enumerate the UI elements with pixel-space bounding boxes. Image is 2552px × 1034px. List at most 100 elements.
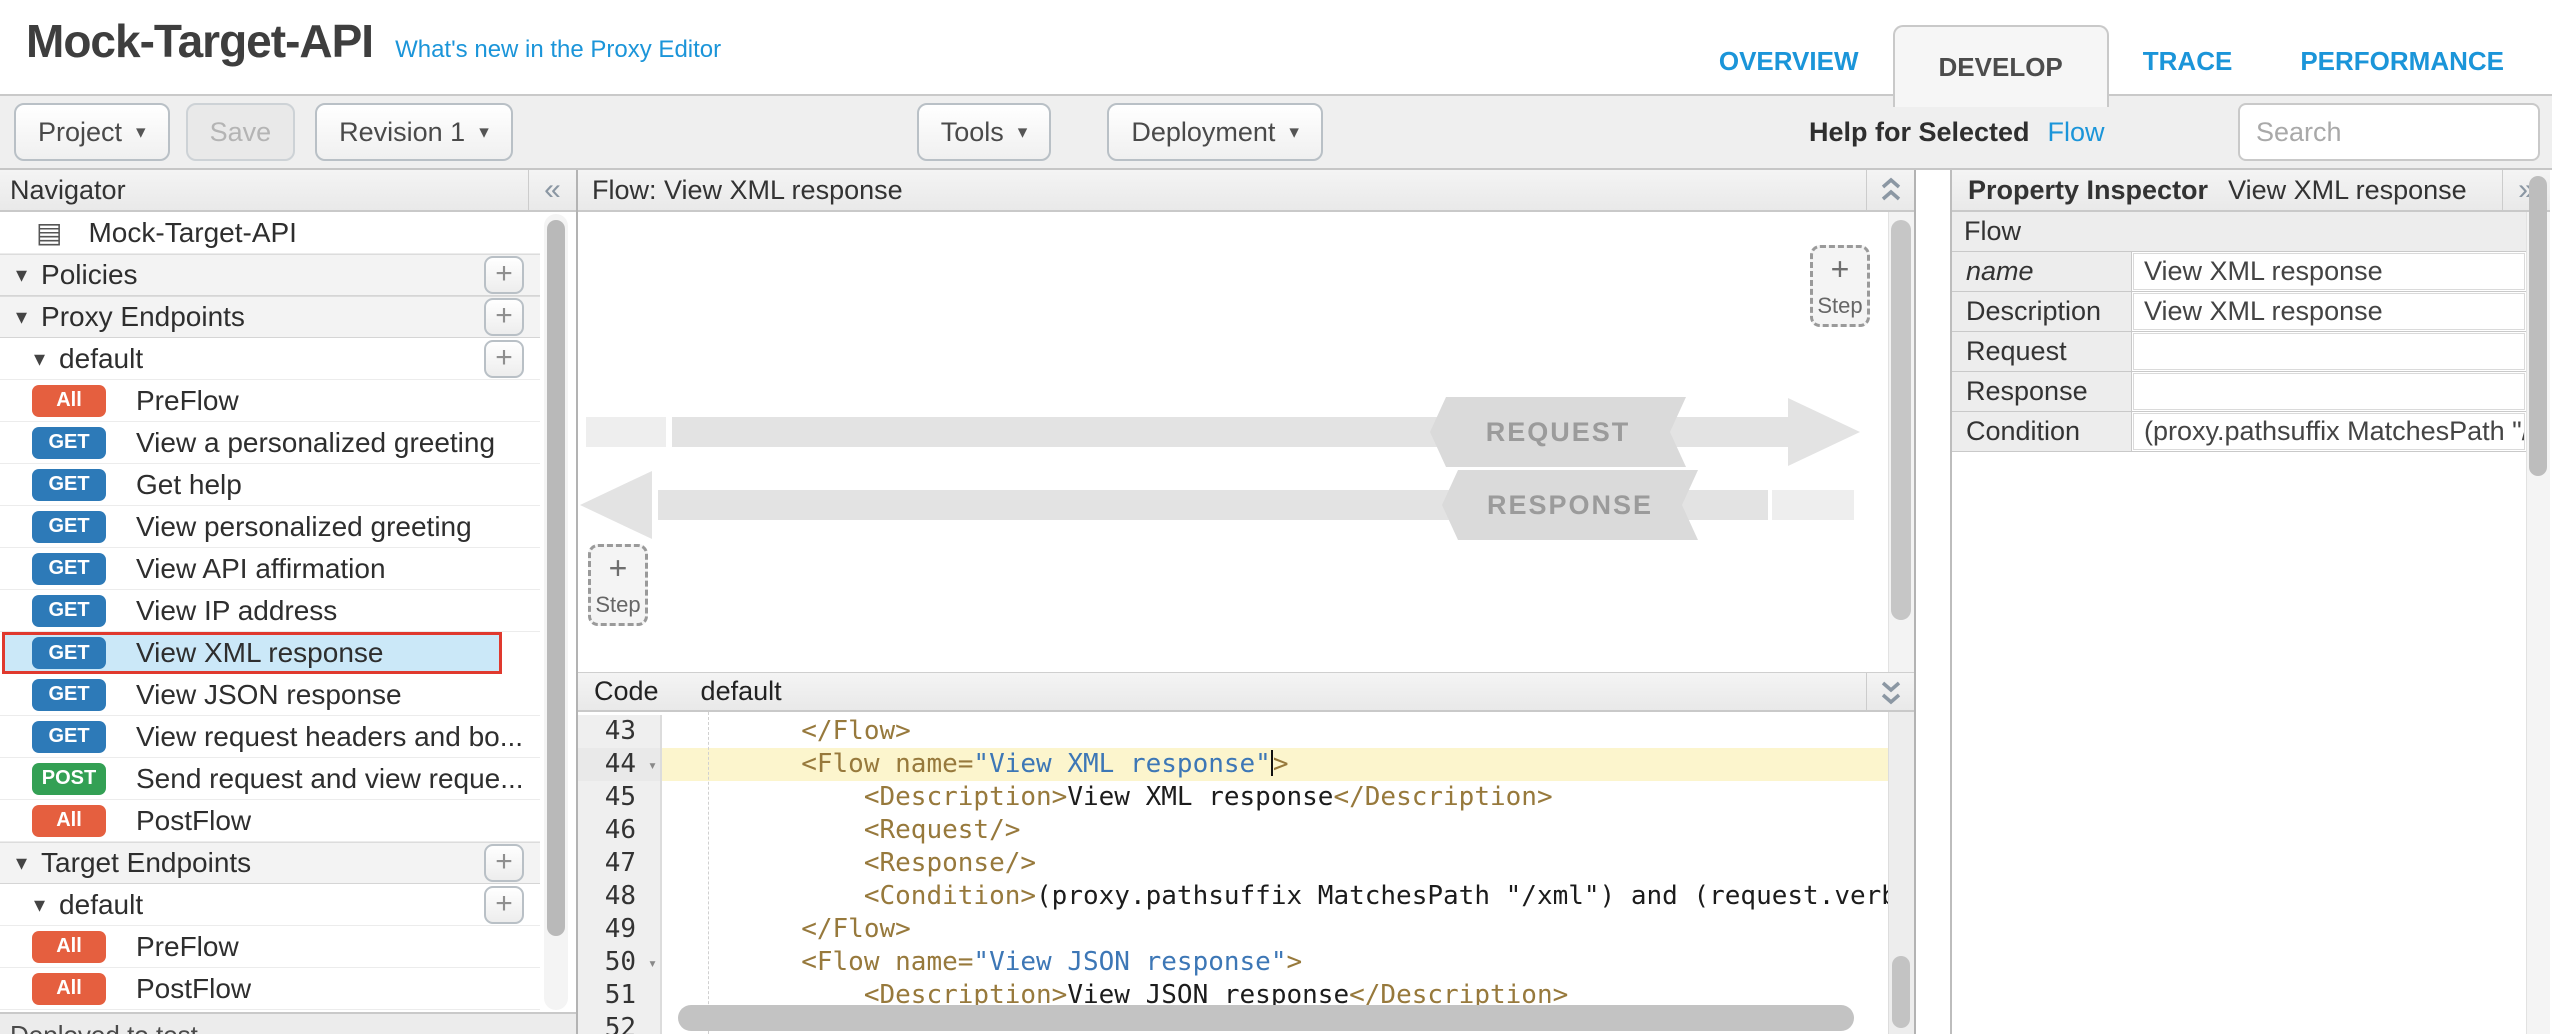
tools-menu-label: Tools xyxy=(941,117,1004,148)
flow-editor-panel: Flow: View XML response + Step REQUE xyxy=(578,170,1916,1034)
save-button[interactable]: Save xyxy=(186,103,296,161)
add-proxy-endpoints-button[interactable]: + xyxy=(484,298,524,336)
caret-down-icon[interactable]: ▾ xyxy=(16,304,27,330)
deployment-status-footer: Deployed to test xyxy=(0,1012,576,1034)
code-segment: <Request/> xyxy=(676,815,1020,845)
nav-item-view-api-affirmation[interactable]: GETView API affirmation xyxy=(0,548,540,590)
nav-item-view-personalized-greeting[interactable]: GETView personalized greeting xyxy=(0,506,540,548)
line-number: 47 xyxy=(578,847,662,880)
nav-item-label: Send request and view reque... xyxy=(136,763,524,795)
navigator-scrollbar[interactable] xyxy=(547,220,565,936)
code-panel-header: Code default xyxy=(578,672,1914,712)
inspector-row-description: DescriptionView XML response xyxy=(1952,292,2526,332)
response-bar-end xyxy=(1772,490,1854,520)
nav-item-view-a-personalized-greeting[interactable]: GETView a personalized greeting xyxy=(0,422,540,464)
response-label: RESPONSE xyxy=(1442,470,1698,540)
property-inspector-panel: Property Inspector View XML response » F… xyxy=(1950,170,2550,1034)
collapse-down-icon[interactable] xyxy=(1866,673,1914,710)
inspector-property-label: Description xyxy=(1952,292,2132,331)
add-target-endpoints-button[interactable]: + xyxy=(484,844,524,882)
tab-performance[interactable]: PERFORMANCE xyxy=(2266,28,2538,94)
caret-down-icon[interactable]: ▾ xyxy=(34,892,45,918)
project-menu-button[interactable]: Project ▾ xyxy=(14,103,170,161)
code-hscrollbar[interactable] xyxy=(678,1005,1854,1031)
nav-item-postflow[interactable]: AllPostFlow xyxy=(0,968,540,1010)
proxy-editor-app: Mock-Target-API What's new in the Proxy … xyxy=(0,0,2552,1034)
code-segment: <Description> xyxy=(676,782,1067,812)
search-input[interactable] xyxy=(2238,103,2540,161)
help-flow-link[interactable]: Flow xyxy=(2048,117,2105,148)
caret-down-icon[interactable]: ▾ xyxy=(34,346,45,372)
diagram-scrollbar[interactable] xyxy=(1891,220,1911,620)
nav-item-view-ip-address[interactable]: GETView IP address xyxy=(0,590,540,632)
caret-down-icon[interactable]: ▾ xyxy=(16,262,27,288)
code-segment: <Flow name= xyxy=(676,947,973,977)
collapse-panel-icon[interactable]: « xyxy=(528,170,576,210)
line-number: 51 xyxy=(578,979,662,1012)
inspector-property-value-request[interactable] xyxy=(2133,333,2525,370)
deployment-menu-button[interactable]: Deployment ▾ xyxy=(1107,103,1323,161)
nav-item-label: PreFlow xyxy=(136,931,239,963)
code-panel-title: Code xyxy=(594,676,659,707)
add-default-button[interactable]: + xyxy=(484,886,524,924)
collapse-up-icon[interactable] xyxy=(1866,170,1914,210)
code-vscrollbar[interactable] xyxy=(1892,956,1910,1028)
nav-item-label: View XML response xyxy=(136,637,383,669)
nav-section-policies[interactable]: ▾Policies+ xyxy=(0,254,540,296)
code-segment: </Flow> xyxy=(676,716,911,746)
caret-down-icon: ▾ xyxy=(136,121,146,144)
nav-item-send-request-and-view-reque[interactable]: POSTSend request and view reque... xyxy=(0,758,540,800)
fold-toggle-icon[interactable]: ▾ xyxy=(648,947,657,980)
nav-item-get-help[interactable]: GETGet help xyxy=(0,464,540,506)
add-default-button[interactable]: + xyxy=(484,340,524,378)
caret-down-icon[interactable]: ▾ xyxy=(16,850,27,876)
property-inspector-selected: View XML response xyxy=(2228,175,2467,206)
nav-section-proxy-endpoints[interactable]: ▾Proxy Endpoints+ xyxy=(0,296,540,338)
add-step-button-bottom[interactable]: + Step xyxy=(588,544,648,626)
nav-item-preflow[interactable]: All PreFlow xyxy=(0,380,540,422)
whats-new-link[interactable]: What's new in the Proxy Editor xyxy=(395,36,721,64)
nav-item-label: PreFlow xyxy=(136,385,239,417)
nav-item-view-xml-response[interactable]: GETView XML response xyxy=(2,632,502,674)
save-button-label: Save xyxy=(210,117,272,148)
fold-toggle-icon[interactable]: ▾ xyxy=(648,749,657,782)
code-editor[interactable]: 43 </Flow>44▾ <Flow name="View XML respo… xyxy=(578,712,1914,1034)
code-segment: <Condition> xyxy=(676,881,1036,911)
inspector-property-label: Response xyxy=(1952,372,2132,411)
code-segment: > xyxy=(1287,947,1303,977)
main-area: Navigator « ▤Mock-Target-API▾Policies+▾P… xyxy=(0,170,2552,1034)
method-badge-all: All xyxy=(32,805,106,837)
inspector-property-value-condition[interactable]: (proxy.pathsuffix MatchesPath "/xml") an… xyxy=(2133,413,2525,450)
tab-develop[interactable]: DEVELOP xyxy=(1893,25,2109,107)
nav-subsection-default[interactable]: ▾default+ xyxy=(0,884,540,926)
method-badge-all: All xyxy=(32,973,106,1005)
navigator-panel: Navigator « ▤Mock-Target-API▾Policies+▾P… xyxy=(0,170,578,1034)
line-number: 44▾ xyxy=(578,748,662,781)
inspector-property-value-description[interactable]: View XML response xyxy=(2133,293,2525,330)
nav-subsection-default[interactable]: ▾default+ xyxy=(0,338,540,380)
flow-title: Flow: View XML response xyxy=(592,175,903,206)
tab-overview[interactable]: OVERVIEW xyxy=(1685,28,1893,94)
method-badge-all: All xyxy=(32,385,106,417)
code-segment: <Response/> xyxy=(676,848,1036,878)
nav-item-postflow[interactable]: AllPostFlow xyxy=(0,800,540,842)
inspector-row-response: Response xyxy=(1952,372,2526,412)
add-step-button-top[interactable]: + Step xyxy=(1810,245,1870,327)
line-number: 49 xyxy=(578,913,662,946)
tools-menu-button[interactable]: Tools ▾ xyxy=(917,103,1052,161)
nav-item-preflow[interactable]: AllPreFlow xyxy=(0,926,540,968)
nav-item-view-json-response[interactable]: GET View JSON response xyxy=(0,674,540,716)
tab-trace[interactable]: TRACE xyxy=(2109,28,2267,94)
method-badge-get: GET xyxy=(32,679,106,711)
caret-down-icon: ▾ xyxy=(1289,121,1299,144)
inspector-property-value-response[interactable] xyxy=(2133,373,2525,410)
request-arrowhead-icon xyxy=(1788,398,1860,466)
inspector-property-value-name[interactable]: View XML response xyxy=(2133,253,2525,290)
revision-menu-button[interactable]: Revision 1 ▾ xyxy=(315,103,513,161)
nav-item-label: View JSON response xyxy=(136,679,402,711)
nav-item-view-request-headers-and-bo[interactable]: GETView request headers and bo... xyxy=(0,716,540,758)
add-policies-button[interactable]: + xyxy=(484,256,524,294)
inspector-scrollbar[interactable] xyxy=(2529,176,2547,476)
nav-section-target-endpoints[interactable]: ▾Target Endpoints+ xyxy=(0,842,540,884)
nav-api-root[interactable]: ▤Mock-Target-API xyxy=(0,212,540,254)
